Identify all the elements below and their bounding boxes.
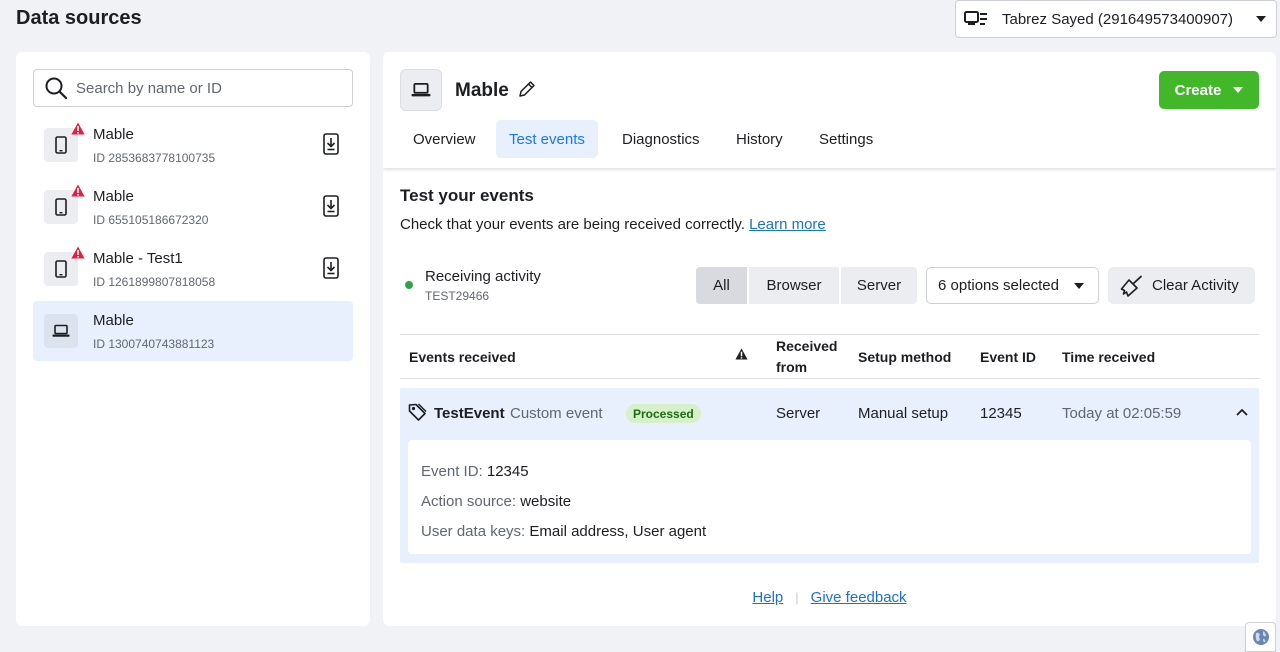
data-source-item-selected[interactable]: Mable ID 1300740743881123 [33, 301, 353, 361]
tab-diagnostics[interactable]: Diagnostics [609, 120, 713, 158]
warning-icon [735, 348, 748, 360]
detail-header: Mable Create Overview Test events Diagno… [383, 52, 1276, 168]
app-install-icon [323, 257, 339, 279]
filter-server[interactable]: Server [841, 267, 917, 304]
chevron-up-icon[interactable] [1236, 408, 1248, 416]
data-source-id: ID 1300740743881123 [93, 337, 215, 351]
create-button-label: Create [1174, 81, 1222, 99]
detail-value: 12345 [486, 463, 529, 480]
event-name: TestEvent [434, 405, 505, 422]
activity-status-label: Receiving activity [425, 268, 541, 285]
app-install-icon [323, 195, 339, 217]
detail-label: Action source: [421, 493, 517, 510]
pencil-icon[interactable] [517, 79, 537, 99]
clear-activity-label: Clear Activity [1152, 277, 1239, 294]
data-source-id: ID 1261899807818058 [93, 275, 216, 289]
section-title: Test your events [400, 186, 534, 205]
footer-links: Help | Give feedback [383, 589, 1276, 606]
data-source-id: ID 2853683778100735 [93, 151, 216, 165]
data-source-item[interactable]: Mable ID 2853683778100735 [33, 115, 353, 175]
col-setup-method: Setup method [858, 349, 952, 365]
detail-value: website [520, 493, 572, 510]
page-title: Data sources [16, 7, 142, 29]
event-details: Event ID: 12345 Action source: website U… [408, 440, 1251, 554]
section-description: Check that your events are being receive… [400, 216, 826, 233]
create-button[interactable]: Create [1159, 71, 1259, 109]
data-source-name: Mable [93, 312, 134, 329]
data-source-name: Mable [93, 188, 134, 205]
event-time-received: Today at 02:05:59 [1062, 405, 1182, 422]
account-selector[interactable]: Tabrez Sayed (291649573400907) [955, 0, 1277, 38]
event-options-label: 6 options selected [938, 277, 1059, 294]
section-description-text: Check that your events are being receive… [400, 216, 745, 233]
data-source-title: Mable [455, 80, 509, 101]
business-manager-icon [964, 9, 990, 29]
tab-overview[interactable]: Overview [400, 120, 489, 158]
learn-more-link[interactable]: Learn more [749, 216, 826, 233]
chevron-down-icon [1074, 282, 1084, 289]
chevron-down-icon [1233, 87, 1244, 93]
detail-label: User data keys: [421, 523, 526, 540]
detail-action-source: Action source: website [421, 493, 571, 510]
search-input[interactable] [76, 79, 336, 97]
search-box [33, 69, 353, 107]
filter-browser[interactable]: Browser [749, 267, 839, 304]
col-time-received: Time received [1062, 349, 1156, 365]
filter-all[interactable]: All [696, 267, 747, 304]
laptop-icon [44, 314, 78, 348]
test-event-code: TEST29466 [425, 289, 490, 303]
col-received-from-line2: from [776, 359, 808, 375]
give-feedback-link[interactable]: Give feedback [811, 589, 907, 606]
data-source-id: ID 655105186672320 [93, 213, 209, 227]
broom-icon [1120, 275, 1142, 297]
data-source-detail-panel: Mable Create Overview Test events Diagno… [383, 52, 1276, 626]
tab-history[interactable]: History [723, 120, 796, 158]
help-link[interactable]: Help [752, 589, 783, 606]
data-source-item[interactable]: Mable ID 655105186672320 [33, 177, 353, 237]
tab-test-events[interactable]: Test events [496, 120, 598, 158]
account-name: Tabrez Sayed (291649573400907) [1002, 10, 1234, 28]
col-received-from-line1: Received [776, 338, 838, 354]
warning-icon [71, 246, 85, 259]
detail-event-id: Event ID: 12345 [421, 463, 529, 480]
app-install-icon [323, 133, 339, 155]
data-source-name: Mable - Test1 [93, 250, 183, 267]
data-source-item[interactable]: Mable - Test1 ID 1261899807818058 [33, 239, 353, 299]
footer-separator: | [795, 590, 799, 605]
status-badge: Processed [626, 404, 701, 423]
search-icon [45, 77, 68, 100]
detail-label: Event ID: [421, 463, 483, 480]
tag-icon [408, 403, 427, 421]
detail-value: Email address, User agent [529, 523, 707, 540]
col-event-id: Event ID [980, 349, 1037, 365]
event-row[interactable]: TestEvent Custom event Processed Server … [400, 388, 1259, 563]
clear-activity-button[interactable]: Clear Activity [1108, 267, 1255, 304]
data-sources-list-panel: Mable ID 2853683778100735 Mable ID 65510… [16, 52, 370, 626]
event-id-value: 12345 [980, 405, 1022, 422]
globe-icon [1252, 629, 1269, 645]
warning-icon [71, 184, 85, 197]
language-button[interactable] [1245, 622, 1276, 652]
activity-status-dot [405, 281, 413, 289]
warning-icon [71, 122, 85, 135]
event-received-from: Server [776, 405, 821, 422]
laptop-icon [400, 69, 442, 111]
detail-user-data-keys: User data keys: Email address, User agen… [421, 523, 706, 540]
data-source-name: Mable [93, 126, 134, 143]
event-type: Custom event [510, 405, 603, 422]
tab-settings[interactable]: Settings [806, 120, 886, 158]
event-setup-method: Manual setup [858, 405, 949, 422]
col-events-received: Events received [409, 349, 516, 365]
chevron-down-icon [1256, 16, 1266, 22]
event-options-dropdown[interactable]: 6 options selected [926, 267, 1099, 304]
events-table-header: Events received Received from Setup meth… [400, 334, 1259, 379]
